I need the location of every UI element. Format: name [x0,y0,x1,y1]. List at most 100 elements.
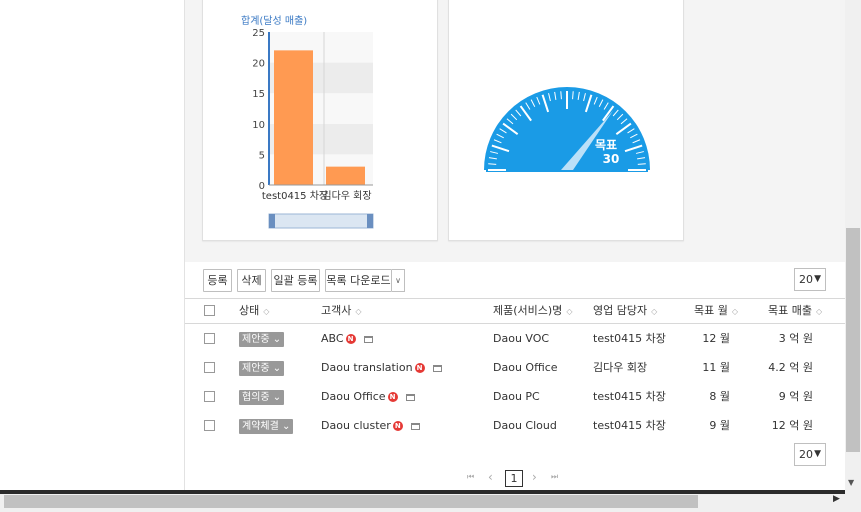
bulk-register-button[interactable]: 일괄 등록 [271,269,320,292]
page-size-select-bottom[interactable]: 20 ▼ [794,443,826,466]
header-target-month[interactable]: 목표 월 ◇ [694,299,738,324]
customer-cell[interactable]: ABC N [321,324,373,353]
status-badge[interactable]: 계약체결 ⌄ [239,419,294,434]
page-size-value: 20 [799,273,813,286]
popup-window-icon[interactable] [363,335,373,343]
status-badge[interactable]: 제안중 ⌄ [239,361,285,376]
gauge-label: 목표 [595,138,617,152]
chart-bar [326,166,365,185]
header-manager-label: 영업 담당자 [593,304,648,317]
first-page-icon[interactable]: ⏮ [467,472,474,482]
chevron-down-icon: ⌄ [282,421,291,432]
page-number-current[interactable]: 1 [505,470,523,487]
product-cell: Daou Office [493,361,558,374]
header-status-label: 상태 [239,304,260,317]
customer-cell[interactable]: Daou translation N [321,353,442,382]
table-row[interactable]: 제안중 ⌄ Daou translation N Daou Office 김다우 … [185,353,845,382]
download-options-caret[interactable]: ∨ [392,269,405,292]
table-row[interactable]: 협의중 ⌄ Daou Office N Daou PC test0415 차장 8… [185,382,845,411]
scroll-down-icon[interactable]: ▼ [848,478,854,487]
prev-page-icon[interactable]: ‹ [488,470,493,484]
chevron-down-icon: ⌄ [272,334,282,345]
delete-button[interactable]: 삭제 [237,269,266,292]
y-tick-label: 15 [252,89,265,100]
new-badge-icon: N [392,421,403,431]
y-axis-title: 합계(달성 매출) [241,15,307,27]
target-month-cell: 8 월 [709,390,730,403]
customer-link[interactable]: ABC [321,332,344,345]
y-tick-label: 10 [252,120,265,131]
select-all-checkbox[interactable] [204,305,215,316]
target-month-cell: 9 월 [709,419,730,432]
target-month-cell: 12 월 [702,332,730,345]
deal-list: 등록 삭제 일괄 등록 목록 다운로드 ∨ 20 ▼ 상태 ◇ 고객사 ◇ 제품(서… [185,262,845,490]
register-button[interactable]: 등록 [203,269,232,292]
popup-window-icon[interactable] [432,364,442,372]
header-target-sales-label: 목표 매출 [768,304,812,317]
left-pane [0,0,185,490]
header-target-sales[interactable]: 목표 매출 ◇ [768,299,822,324]
header-product[interactable]: 제품(서비스)명 ◇ [493,299,572,324]
header-status[interactable]: 상태 ◇ [239,299,269,324]
customer-link[interactable]: Daou Office [321,390,386,403]
row-checkbox[interactable] [204,420,215,431]
table-row[interactable]: 계약체결 ⌄ Daou cluster N Daou Cloud test0415… [185,411,845,440]
popup-window-icon[interactable] [405,393,415,401]
table-row[interactable]: 제안중 ⌄ ABC N Daou VOC test0415 차장 12 월 3 억… [185,324,845,353]
target-month-cell: 11 월 [702,361,730,374]
sort-icon: ◇ [263,307,270,316]
scrollbar-divider [0,490,845,494]
header-customer-label: 고객사 [321,304,352,317]
target-sales-cell: 9 억 원 [778,390,813,403]
product-cell: Daou Cloud [493,419,557,432]
new-badge-icon: N [414,363,425,373]
status-label: 계약체결 [242,421,279,432]
horizontal-scrollbar[interactable]: ▶ [0,490,861,512]
status-badge[interactable]: 협의중 ⌄ [239,390,285,405]
chevron-down-icon: ▼ [814,274,821,284]
vertical-scroll-thumb[interactable] [846,228,860,452]
main-content: 합계(달성 매출) 0 5 10 15 20 25 test0415 차장 김다우 회장 목표 3… [185,0,845,490]
sort-icon: ◇ [815,307,823,316]
manager-cell: 김다우 회장 [593,361,648,374]
customer-link[interactable]: Daou translation [321,361,413,374]
popup-window-icon[interactable] [410,422,420,430]
header-customer[interactable]: 고객사 ◇ [321,299,362,324]
chevron-down-icon: ⌄ [272,363,282,374]
target-gauge: 목표30 [484,87,650,172]
page-size-select-top[interactable]: 20 ▼ [794,268,826,291]
y-tick-label: 20 [252,59,265,70]
range-handle-right [367,214,373,228]
vertical-scrollbar[interactable]: ▼ [845,0,861,490]
row-checkbox[interactable] [204,333,215,344]
row-checkbox[interactable] [204,391,215,402]
download-list-button[interactable]: 목록 다운로드 [325,269,392,292]
gauge-tick [488,163,497,165]
customer-cell[interactable]: Daou cluster N [321,411,420,440]
bar-chart-card: 합계(달성 매출) 0 5 10 15 20 25 test0415 차장 김다우 회장 [202,0,438,241]
page-size-value: 20 [799,448,813,461]
next-page-icon[interactable]: › [532,470,537,484]
status-label: 제안중 [242,363,270,374]
y-tick-label: 5 [259,150,265,161]
gauge-tick [637,163,646,165]
gauge-tick [560,91,562,100]
header-product-label: 제품(서비스)명 [493,304,563,317]
chevron-down-icon: ▼ [814,449,821,459]
row-checkbox[interactable] [204,362,215,373]
horizontal-scroll-thumb[interactable] [4,495,698,508]
gauge-card: 목표 30 [448,0,684,241]
manager-cell: test0415 차장 [593,419,666,432]
new-badge-icon: N [387,392,398,402]
status-label: 제안중 [242,334,270,345]
last-page-icon[interactable]: ⏭ [551,472,558,482]
customer-cell[interactable]: Daou Office N [321,382,415,411]
status-badge[interactable]: 제안중 ⌄ [239,332,285,347]
target-sales-cell: 12 억 원 [771,419,813,432]
customer-link[interactable]: Daou cluster [321,419,391,432]
manager-cell: test0415 차장 [593,390,666,403]
range-handle-left [269,214,275,228]
scroll-right-icon[interactable]: ▶ [833,494,840,504]
header-manager[interactable]: 영업 담당자 ◇ [593,299,657,324]
bar-chart: 합계(달성 매출)0510152025test0415 차장김다우 회장 [241,15,374,229]
